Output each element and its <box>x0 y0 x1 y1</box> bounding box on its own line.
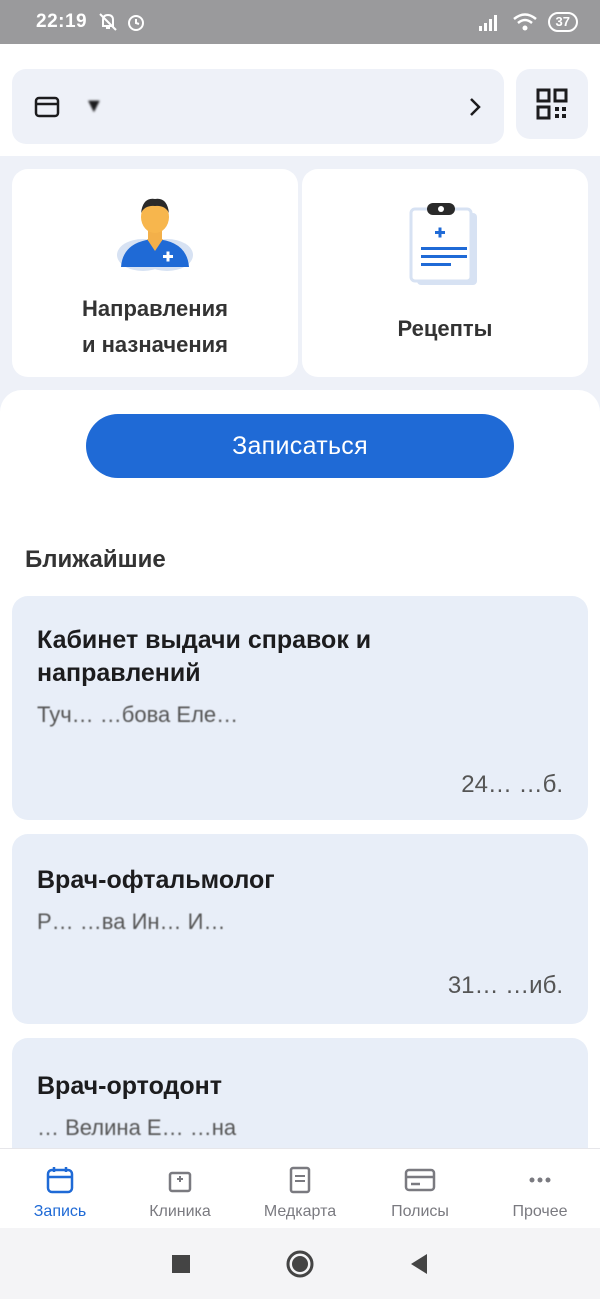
appointment-card[interactable]: Врач-ортодонт … Велина Е… …на <box>12 1038 588 1150</box>
recent-apps-icon[interactable] <box>171 1254 191 1274</box>
qr-code-button[interactable] <box>516 69 588 139</box>
alarm-icon <box>128 15 145 31</box>
qr-code-icon <box>536 88 568 120</box>
upcoming-section-title: Ближайшие <box>25 546 166 573</box>
main-sheet: Записаться Ближайшие Кабинет выдачи спра… <box>0 390 600 1150</box>
referrals-label: Направления и назначения <box>82 291 228 363</box>
home-icon[interactable] <box>285 1249 315 1279</box>
appointment-title: Врач-ортодонт <box>37 1072 222 1100</box>
back-icon[interactable] <box>409 1253 429 1275</box>
appointment-price: 31… …иб. <box>447 972 563 999</box>
card-icon <box>34 96 60 117</box>
nav-label: Полисы <box>391 1203 449 1220</box>
nav-tab-policies[interactable]: Полисы <box>360 1149 480 1228</box>
referrals-label-line2: и назначения <box>82 332 228 357</box>
notifications-off-icon <box>99 13 117 31</box>
policy-card-icon <box>404 1168 436 1192</box>
clinic-icon <box>168 1171 192 1193</box>
appointment-meta-row: 24… …б. <box>37 771 563 799</box>
appointment-doctor: … Велина Е… …на <box>37 1115 237 1140</box>
appointment-title-line2: направлений <box>37 659 201 687</box>
referrals-tile[interactable]: Направления и назначения <box>12 169 298 377</box>
appointment-title-line1: Кабинет выдачи справок и <box>37 626 372 654</box>
appointment-card[interactable]: Врач-офтальмолог Р… …ва Ин… И… 31… …иб. <box>12 834 588 1024</box>
status-time: 22:19 <box>36 11 88 32</box>
nav-tab-medical-record[interactable]: Медкарта <box>240 1149 360 1228</box>
doctor-icon <box>117 198 193 271</box>
referrals-label-line1: Направления <box>82 296 228 321</box>
nav-label: Клиника <box>149 1203 211 1220</box>
nav-tab-appointments[interactable]: Запись <box>0 1149 120 1228</box>
calendar-icon <box>46 1167 74 1194</box>
system-navigation-bar <box>0 1228 600 1299</box>
header: ▼ <box>0 44 600 156</box>
appointment-meta-row: 31… …иб. <box>37 972 563 1000</box>
wifi-icon <box>512 13 537 31</box>
appointment-title: Врач-офтальмолог <box>37 866 275 894</box>
profile-selector[interactable]: ▼ <box>12 69 504 144</box>
nav-tab-clinic[interactable]: Клиника <box>120 1149 240 1228</box>
nav-tab-other[interactable]: Прочее <box>480 1149 600 1228</box>
nav-label: Медкарта <box>263 1203 337 1220</box>
medical-record-icon <box>289 1166 311 1194</box>
book-appointment-button[interactable]: Записаться <box>86 414 514 478</box>
more-icon <box>529 1177 551 1183</box>
appointment-doctor: Туч… …бова Еле… <box>37 702 239 727</box>
appointment-title: Кабинет выдачи справок и направлений <box>37 624 563 690</box>
status-bar: 22:19 37 <box>0 0 600 44</box>
nav-label: Прочее <box>512 1203 568 1220</box>
prescriptions-label: Рецепты <box>397 316 493 341</box>
bottom-navigation: Запись Клиника Медкарта Полисы Прочее <box>0 1148 600 1228</box>
chevron-right-icon <box>470 97 481 116</box>
prescriptions-tile[interactable]: Рецепты <box>302 169 588 377</box>
appointment-price: 24… …б. <box>461 771 563 798</box>
signal-icon <box>478 15 497 31</box>
appointment-doctor: Р… …ва Ин… И… <box>37 909 226 934</box>
appointment-card[interactable]: Кабинет выдачи справок и направлений Туч… <box>12 596 588 820</box>
nav-label: Запись <box>33 1203 87 1220</box>
battery-indicator: 37 <box>547 12 578 32</box>
profile-name: ▼ <box>84 95 104 117</box>
prescription-clipboard-icon <box>409 203 477 285</box>
